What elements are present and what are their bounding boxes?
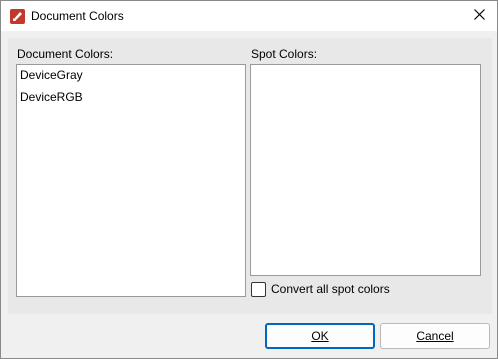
list-item[interactable]: DeviceRGB	[17, 87, 245, 109]
document-colors-list[interactable]: DeviceGray DeviceRGB	[16, 64, 246, 297]
convert-spot-colors-checkbox[interactable]	[251, 282, 266, 297]
window-title: Document Colors	[31, 9, 124, 23]
title-bar: Document Colors	[1, 1, 497, 31]
close-button[interactable]	[461, 1, 497, 31]
spot-colors-list[interactable]	[250, 64, 481, 276]
close-icon	[473, 9, 485, 23]
document-colors-label: Document Colors:	[17, 47, 114, 61]
list-item[interactable]: DeviceGray	[17, 65, 245, 87]
ok-button[interactable]: OK	[265, 323, 375, 349]
spot-colors-label: Spot Colors:	[251, 47, 318, 61]
convert-spot-colors-label[interactable]: Convert all spot colors	[271, 282, 390, 296]
cancel-button[interactable]: Cancel	[380, 323, 490, 349]
document-colors-dialog: Document Colors Document Colors: DeviceG…	[0, 0, 498, 359]
app-logo-icon	[10, 9, 25, 24]
